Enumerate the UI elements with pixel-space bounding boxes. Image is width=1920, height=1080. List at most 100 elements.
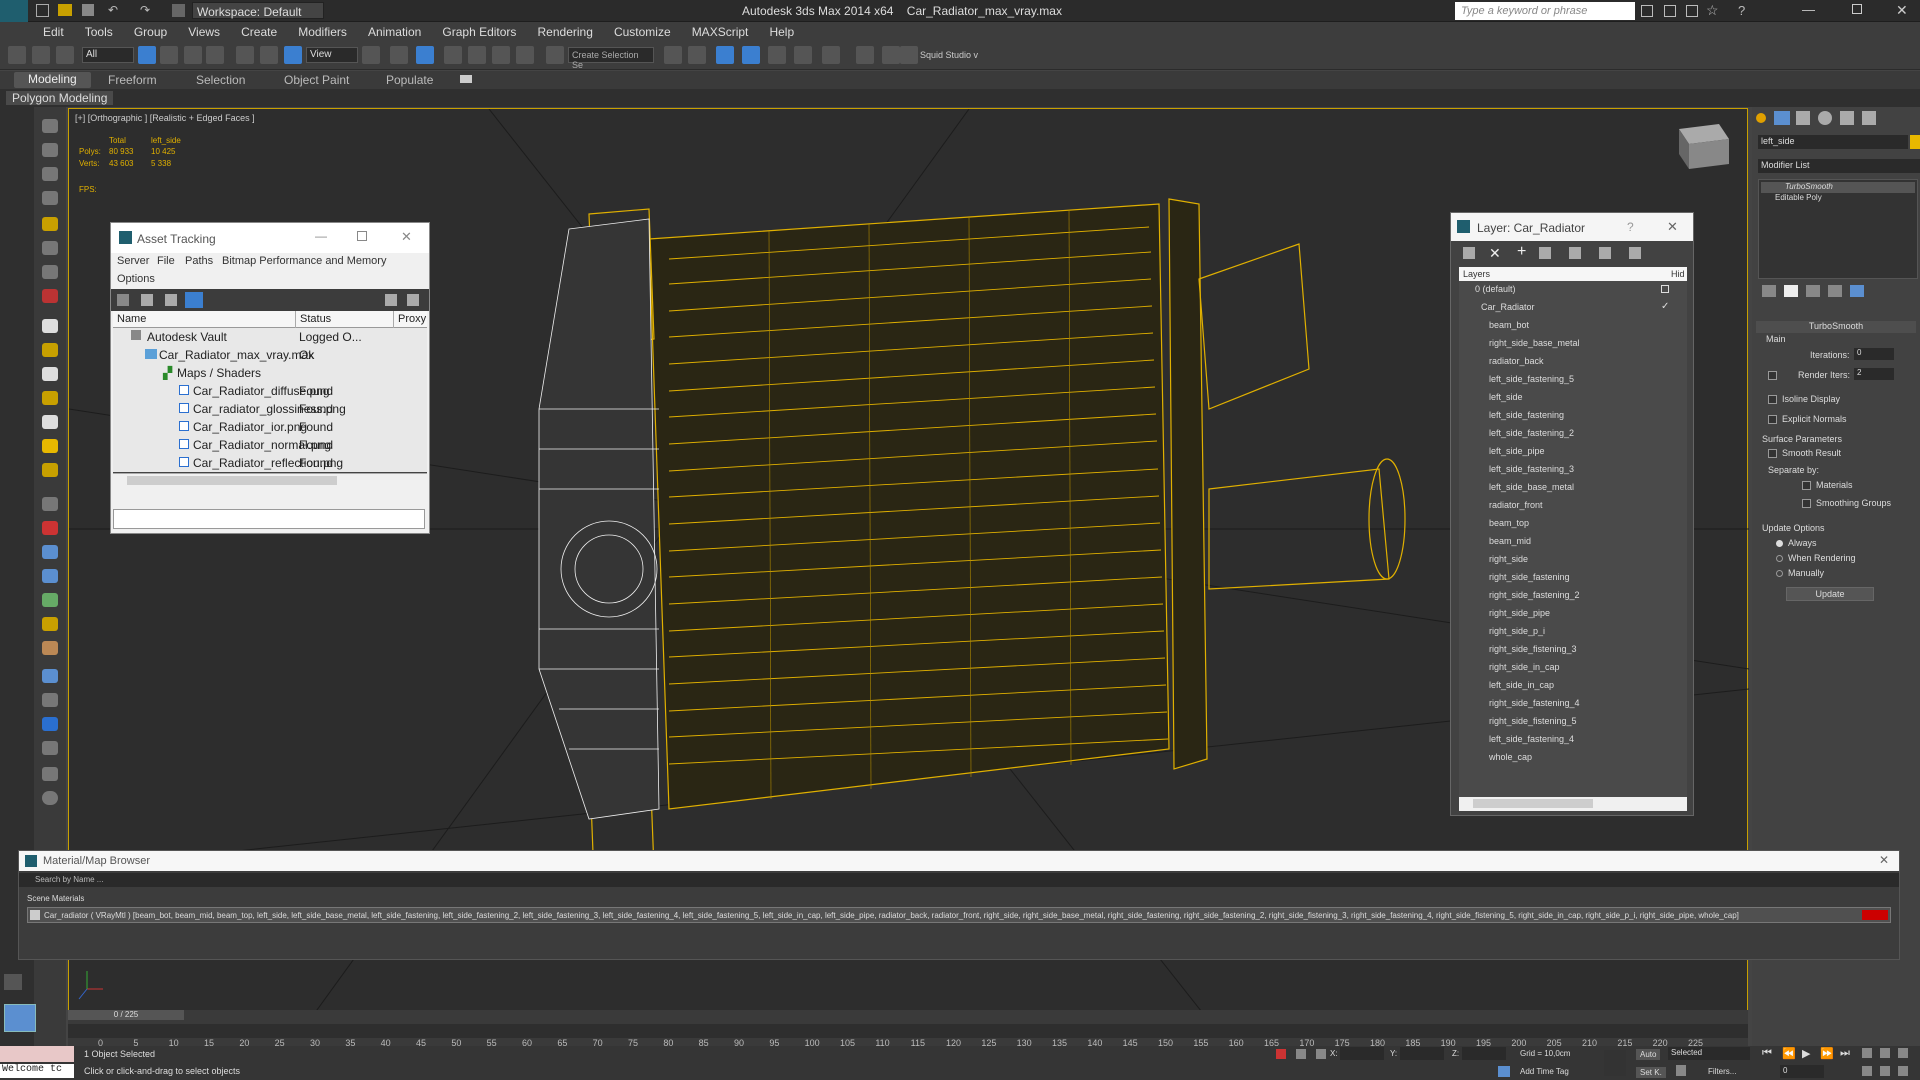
hierarchy-icon[interactable] bbox=[42, 167, 58, 181]
cylinder-primitive-icon[interactable] bbox=[42, 367, 58, 381]
render-sphere-icon[interactable] bbox=[42, 669, 58, 683]
lock-selection-icon[interactable] bbox=[1276, 1049, 1286, 1059]
always-radio[interactable] bbox=[1776, 540, 1783, 547]
x-coordinate-field[interactable] bbox=[1340, 1047, 1384, 1060]
table-row[interactable]: Car_Radiator_diffuse.png Found bbox=[113, 382, 427, 400]
viewport-label[interactable]: [+] [Orthographic ] [Realistic + Edged F… bbox=[75, 113, 255, 123]
tab-selection[interactable]: Selection bbox=[196, 73, 245, 87]
maxscript-mini-listener[interactable] bbox=[0, 1046, 74, 1062]
orbit-icon[interactable] bbox=[1898, 1066, 1908, 1076]
display-tab-icon[interactable] bbox=[1840, 111, 1854, 125]
curve-editor-icon[interactable] bbox=[794, 46, 812, 64]
settings-icon[interactable] bbox=[407, 294, 419, 306]
geosphere-icon[interactable] bbox=[42, 463, 58, 477]
show-end-result-icon[interactable] bbox=[1784, 285, 1798, 297]
mini-listener-icon[interactable] bbox=[4, 1004, 36, 1032]
mirror-icon[interactable] bbox=[664, 46, 682, 64]
table-row[interactable]: Car_Radiator_reflection.png Found bbox=[113, 454, 427, 472]
save-icon[interactable] bbox=[82, 4, 94, 16]
table-view-icon[interactable] bbox=[185, 292, 203, 308]
material-browser-titlebar[interactable]: Material/Map Browser ✕ bbox=[19, 851, 1899, 871]
squid-studio-label[interactable]: Squid Studio v bbox=[920, 50, 978, 60]
freeze-all-icon[interactable] bbox=[1629, 247, 1641, 259]
delete-layer-icon[interactable]: ✕ bbox=[1489, 245, 1501, 262]
layer-item[interactable]: 0 (default) bbox=[1469, 281, 1689, 299]
menu-rendering[interactable]: Rendering bbox=[529, 22, 602, 39]
menu-options[interactable]: Options bbox=[117, 273, 155, 285]
field-of-view-icon[interactable] bbox=[1862, 1066, 1872, 1076]
hierarchy-tab-icon[interactable] bbox=[1796, 111, 1810, 125]
modifier-list-dropdown[interactable]: Modifier List bbox=[1758, 159, 1920, 173]
modify-tab-icon[interactable] bbox=[1774, 111, 1790, 125]
layer-item[interactable]: right_side_fastening_4 bbox=[1469, 695, 1689, 713]
viewcube-icon[interactable] bbox=[1679, 124, 1729, 169]
tab-object-paint[interactable]: Object Paint bbox=[284, 73, 349, 87]
menu-paths[interactable]: Paths bbox=[185, 255, 213, 267]
configure-modifier-sets-icon[interactable] bbox=[1850, 285, 1864, 297]
smoothing-groups-checkbox[interactable] bbox=[1802, 499, 1811, 508]
create-panel-icon[interactable] bbox=[42, 119, 58, 133]
layer-item[interactable]: left_side bbox=[1469, 389, 1689, 407]
character-icon[interactable] bbox=[42, 641, 58, 655]
open-folder-icon[interactable] bbox=[58, 4, 72, 16]
material-item[interactable]: Car_radiator ( VRayMtl ) [beam_bot, beam… bbox=[27, 907, 1891, 923]
layer-item[interactable]: right_side_in_cap bbox=[1469, 659, 1689, 677]
table-row[interactable]: Car_Radiator_normal.png Found bbox=[113, 436, 427, 454]
play-icon[interactable]: ▶ bbox=[1802, 1047, 1810, 1060]
scene-materials-group[interactable]: Scene Materials bbox=[27, 894, 84, 903]
bind-spacewarp-icon[interactable] bbox=[56, 46, 74, 64]
sun-light-icon[interactable] bbox=[42, 439, 58, 453]
percent-snap-icon[interactable] bbox=[492, 46, 510, 64]
refresh-icon[interactable] bbox=[117, 294, 129, 306]
track-bar[interactable] bbox=[68, 1024, 1748, 1038]
clone-icon[interactable] bbox=[42, 767, 58, 781]
update-button[interactable]: Update bbox=[1786, 587, 1874, 601]
motion-icon[interactable] bbox=[42, 191, 58, 205]
horizontal-scrollbar[interactable] bbox=[113, 473, 427, 487]
add-time-tag-button[interactable]: Add Time Tag bbox=[1520, 1067, 1569, 1076]
layer-item[interactable]: right_side_fastening_2 bbox=[1469, 587, 1689, 605]
object-name-field[interactable]: left_side bbox=[1758, 135, 1908, 149]
named-selection-sets-dropdown[interactable]: Create Selection Se bbox=[568, 47, 654, 70]
make-unique-icon[interactable] bbox=[1806, 285, 1820, 297]
layer-item[interactable]: right_side_fastening bbox=[1469, 569, 1689, 587]
filters-button[interactable]: Filters... bbox=[1708, 1067, 1736, 1076]
torus-primitive-icon[interactable] bbox=[42, 391, 58, 405]
explicit-normals-checkbox[interactable] bbox=[1768, 415, 1777, 424]
menu-tools[interactable]: Tools bbox=[76, 22, 122, 39]
maxscript-listener-field[interactable]: Welcome tc bbox=[0, 1064, 74, 1078]
selection-filter-dropdown[interactable]: All bbox=[82, 47, 134, 63]
menu-modifiers[interactable]: Modifiers bbox=[289, 22, 356, 39]
menu-bitmap-performance[interactable]: Bitmap Performance and Memory bbox=[222, 255, 386, 267]
maximize-button[interactable] bbox=[1852, 4, 1862, 14]
go-to-start-icon[interactable]: ⏮ bbox=[1762, 1047, 1772, 1060]
isolate-icon[interactable] bbox=[1296, 1049, 1306, 1059]
time-slider[interactable]: 0 / 225 bbox=[68, 1010, 184, 1020]
layer-item[interactable]: Car_Radiator ✓ bbox=[1469, 299, 1689, 317]
list-view-icon[interactable] bbox=[141, 294, 153, 306]
unlink-icon[interactable] bbox=[32, 46, 50, 64]
subscription-icon[interactable] bbox=[1664, 5, 1676, 17]
menu-group[interactable]: Group bbox=[125, 22, 176, 39]
layer-item[interactable]: left_side_in_cap bbox=[1469, 677, 1689, 695]
modifier-editable-poly[interactable]: Editable Poly bbox=[1761, 193, 1915, 204]
table-row[interactable]: Car_Radiator_ior.png Found bbox=[113, 418, 427, 436]
help-icon[interactable] bbox=[385, 294, 397, 306]
move-icon[interactable] bbox=[236, 46, 254, 64]
favorites-star-icon[interactable]: ☆ bbox=[1706, 2, 1719, 19]
select-object-icon[interactable] bbox=[138, 46, 156, 64]
current-frame-field[interactable]: 0 bbox=[1780, 1065, 1824, 1078]
zoom-extents-icon[interactable] bbox=[1898, 1048, 1908, 1058]
polygon-modeling-label[interactable]: Polygon Modeling bbox=[6, 91, 114, 105]
checkmark-icon[interactable]: ✓ bbox=[1661, 301, 1669, 312]
compound-icon[interactable] bbox=[42, 545, 58, 559]
key-mode-icon[interactable] bbox=[1676, 1065, 1686, 1076]
time-tag-icon[interactable] bbox=[1498, 1066, 1510, 1077]
column-proxy[interactable]: Proxy bbox=[393, 311, 430, 328]
menu-graph-editors[interactable]: Graph Editors bbox=[433, 22, 525, 39]
table-row[interactable]: Car_Radiator_max_vray.max Ok bbox=[113, 346, 427, 364]
isoline-checkbox[interactable] bbox=[1768, 395, 1777, 404]
light-icon[interactable] bbox=[42, 217, 58, 231]
tree-view-icon[interactable] bbox=[165, 294, 177, 306]
utility-icon[interactable] bbox=[42, 717, 58, 731]
